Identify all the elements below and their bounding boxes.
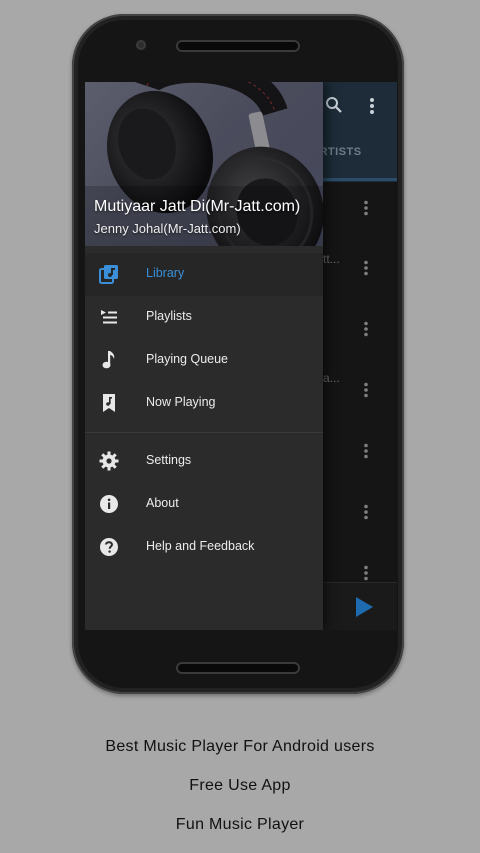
drawer-divider [85,432,323,433]
library-icon [99,264,119,284]
now-playing-title: Mutiyaar Jatt Di(Mr-Jatt.com) [94,198,301,215]
play-icon[interactable] [356,597,373,617]
song-overflow-icon[interactable] [363,443,369,459]
help-icon [99,537,119,557]
song-overflow-icon[interactable] [363,321,369,337]
music-note-icon [99,350,119,370]
front-camera [136,40,146,50]
drawer-item-settings[interactable]: Settings [85,440,323,483]
song-overflow-icon[interactable] [363,504,369,520]
gear-icon [99,451,119,471]
drawer-header[interactable]: Mutiyaar Jatt Di(Mr-Jatt.com) Jenny Joha… [85,82,323,246]
drawer-item-label: Help and Feedback [146,539,255,553]
promo-caption: Free Use App [189,777,291,794]
bookmark-music-icon [99,393,119,413]
drawer-item-label: Now Playing [146,395,216,409]
song-overflow-icon[interactable] [363,382,369,398]
drawer-item-label: Settings [146,453,192,467]
drawer-item-playlists[interactable]: Playlists [85,296,323,339]
drawer-item-label: About [146,496,179,510]
earpiece-speaker [178,42,298,50]
info-icon [99,494,119,514]
navigation-drawer: Mutiyaar Jatt Di(Mr-Jatt.com) Jenny Joha… [85,82,323,630]
drawer-item-now-playing[interactable]: Now Playing [85,382,323,425]
promo-caption: Fun Music Player [175,816,305,833]
promo-caption: Best Music Player For Android users [105,738,375,755]
song-title-fragment: tt... [323,252,340,266]
drawer-item-about[interactable]: About [85,483,323,526]
phone-screen: ARTISTS tt... a... Mutiyaar Jatt Di(Mr-J… [85,82,397,630]
playlist-icon [99,307,119,327]
drawer-item-playing-queue[interactable]: Playing Queue [85,339,323,382]
song-overflow-icon[interactable] [363,565,369,581]
drawer-item-label: Library [146,266,185,280]
drawer-item-label: Playing Queue [146,352,229,366]
drawer-item-library[interactable]: Library [85,253,323,296]
search-icon[interactable] [325,96,343,119]
bottom-speaker [178,664,298,672]
now-playing-artist: Jenny Johal(Mr-Jatt.com) [94,221,241,236]
song-overflow-icon[interactable] [363,200,369,216]
song-overflow-icon[interactable] [363,260,369,276]
overflow-menu-icon[interactable] [369,97,375,120]
drawer-item-help[interactable]: Help and Feedback [85,526,323,569]
song-title-fragment: a... [323,371,340,385]
drawer-item-label: Playlists [146,309,192,323]
